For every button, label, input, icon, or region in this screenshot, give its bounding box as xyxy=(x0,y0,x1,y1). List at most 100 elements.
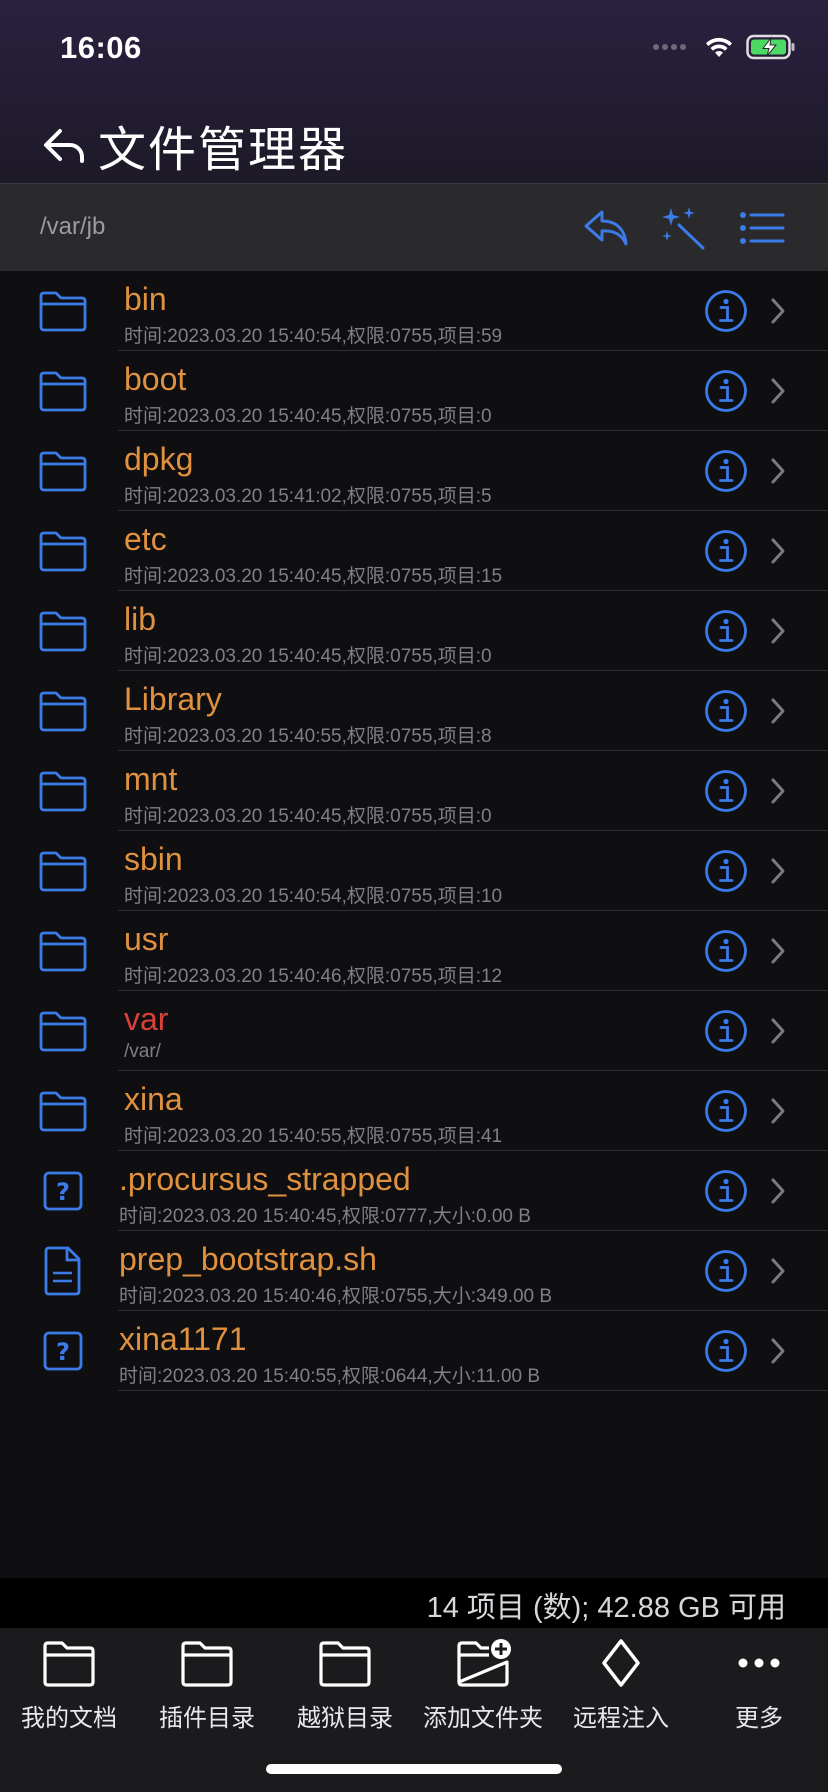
home-indicator[interactable] xyxy=(266,1764,562,1774)
info-icon[interactable] xyxy=(704,1329,748,1373)
chevron-right-icon[interactable] xyxy=(770,777,786,805)
file-row[interactable]: xina 时间:2023.03.20 15:40:55,权限:0755,项目:41 xyxy=(0,1071,828,1151)
reply-back-icon[interactable] xyxy=(580,202,632,254)
info-icon[interactable] xyxy=(704,1089,748,1133)
info-icon[interactable] xyxy=(704,849,748,893)
tab-my-documents[interactable]: 我的文档 xyxy=(0,1638,138,1738)
file-meta: 时间:2023.03.20 15:40:55,权限:0644,大小:11.00 … xyxy=(119,1366,541,1387)
file-meta: 时间:2023.03.20 15:40:55,权限:0755,项目:8 xyxy=(124,726,492,747)
tab-label: 更多 xyxy=(735,1705,783,1732)
unknown-file-icon: ? xyxy=(40,1325,86,1377)
chevron-right-icon[interactable] xyxy=(770,617,786,645)
folder-icon xyxy=(38,929,88,973)
file-name: dpkg xyxy=(124,441,194,477)
folder-icon xyxy=(38,1089,88,1133)
tab-jailbreak-directory[interactable]: 越狱目录 xyxy=(276,1638,414,1738)
chevron-right-icon[interactable] xyxy=(770,377,786,405)
chevron-right-icon[interactable] xyxy=(770,537,786,565)
info-icon[interactable] xyxy=(704,1009,748,1053)
info-icon[interactable] xyxy=(704,289,748,333)
battery-charging-icon xyxy=(746,34,795,60)
info-icon[interactable] xyxy=(704,769,748,813)
info-icon[interactable] xyxy=(704,689,748,733)
info-icon[interactable] xyxy=(704,369,748,413)
folder-icon xyxy=(38,609,88,653)
tab-label: 我的文档 xyxy=(21,1705,117,1732)
file-row[interactable]: Library 时间:2023.03.20 15:40:55,权限:0755,项目… xyxy=(0,671,828,751)
file-name: xina xyxy=(124,1081,183,1117)
storage-summary-bar: 14 项目 (数); 42.88 GB 可用 xyxy=(0,1578,828,1628)
list-icon[interactable] xyxy=(736,202,788,254)
folder-icon xyxy=(319,1641,371,1687)
unknown-file-icon: ? xyxy=(40,1165,86,1217)
file-row[interactable]: usr 时间:2023.03.20 15:40:46,权限:0755,项目:12 xyxy=(0,911,828,991)
status-icons xyxy=(653,34,796,60)
info-icon[interactable] xyxy=(704,1249,748,1293)
navigation-header: 16:06 文件管理器 xyxy=(0,0,828,183)
document-icon xyxy=(40,1245,86,1297)
storage-summary: 14 项目 (数); 42.88 GB 可用 xyxy=(426,1592,786,1624)
file-row[interactable]: dpkg 时间:2023.03.20 15:41:02,权限:0755,项目:5 xyxy=(0,431,828,511)
info-icon[interactable] xyxy=(704,929,748,973)
chevron-right-icon[interactable] xyxy=(770,1257,786,1285)
wifi-icon xyxy=(706,37,732,57)
file-meta: 时间:2023.03.20 15:40:45,权限:0777,大小:0.00 B xyxy=(119,1206,531,1227)
file-meta: 时间:2023.03.20 15:40:55,权限:0755,项目:41 xyxy=(124,1126,503,1147)
info-icon[interactable] xyxy=(704,609,748,653)
file-name: xina1171 xyxy=(119,1321,247,1357)
nav-title-row: 文件管理器 xyxy=(40,110,348,180)
chevron-right-icon[interactable] xyxy=(770,697,786,725)
chevron-right-icon[interactable] xyxy=(770,857,786,885)
folder-icon xyxy=(38,449,88,493)
folder-add-icon xyxy=(457,1639,511,1687)
chevron-right-icon[interactable] xyxy=(770,1337,786,1365)
chevron-right-icon[interactable] xyxy=(770,1097,786,1125)
tab-label: 远程注入 xyxy=(573,1705,669,1732)
chevron-right-icon[interactable] xyxy=(770,937,786,965)
file-name: prep_bootstrap.sh xyxy=(119,1241,377,1277)
file-meta: 时间:2023.03.20 15:40:45,权限:0755,项目:0 xyxy=(124,806,492,827)
status-time: 16:06 xyxy=(60,30,142,65)
file-row[interactable]: ? .procursus_strapped 时间:2023.03.20 15:40:… xyxy=(0,1151,828,1231)
folder-icon xyxy=(38,849,88,893)
file-row[interactable]: boot 时间:2023.03.20 15:40:45,权限:0755,项目:0 xyxy=(0,351,828,431)
info-icon[interactable] xyxy=(704,449,748,493)
chevron-right-icon[interactable] xyxy=(770,297,786,325)
file-row[interactable]: bin 时间:2023.03.20 15:40:54,权限:0755,项目:59 xyxy=(0,271,828,351)
folder-icon xyxy=(38,369,88,413)
info-icon[interactable] xyxy=(704,529,748,573)
back-arrow-icon[interactable] xyxy=(40,121,88,169)
file-name: boot xyxy=(124,361,187,397)
file-row[interactable]: ? xina1171 时间:2023.03.20 15:40:55,权限:0644,… xyxy=(0,1311,828,1391)
tab-more[interactable]: 更多 xyxy=(690,1638,828,1738)
tab-add-folder[interactable]: 添加文件夹 xyxy=(414,1638,552,1738)
magic-wand-icon[interactable] xyxy=(658,202,710,254)
file-name: var xyxy=(124,1001,169,1037)
folder-icon xyxy=(43,1641,95,1687)
folder-icon xyxy=(38,289,88,333)
path-bar-tools xyxy=(580,202,788,254)
file-meta: 时间:2023.03.20 15:40:45,权限:0755,项目:0 xyxy=(124,646,492,667)
tab-remote-inject[interactable]: 远程注入 xyxy=(552,1638,690,1738)
chevron-right-icon[interactable] xyxy=(770,457,786,485)
page-title: 文件管理器 xyxy=(98,124,349,177)
file-meta: 时间:2023.03.20 15:40:45,权限:0755,项目:15 xyxy=(124,566,503,587)
file-row[interactable]: var/var/ xyxy=(0,991,828,1071)
folder-icon xyxy=(38,1009,88,1053)
file-meta: 时间:2023.03.20 15:41:02,权限:0755,项目:5 xyxy=(124,486,492,507)
info-icon[interactable] xyxy=(704,1169,748,1213)
file-row[interactable]: etc 时间:2023.03.20 15:40:45,权限:0755,项目:15 xyxy=(0,511,828,591)
file-meta: 时间:2023.03.20 15:40:46,权限:0755,项目:12 xyxy=(124,966,503,987)
file-row[interactable]: mnt 时间:2023.03.20 15:40:45,权限:0755,项目:0 xyxy=(0,751,828,831)
tab-label: 插件目录 xyxy=(159,1705,255,1732)
chevron-right-icon[interactable] xyxy=(770,1177,786,1205)
tab-plugin-directory[interactable]: 插件目录 xyxy=(138,1638,276,1738)
file-name: usr xyxy=(124,921,169,957)
folder-icon xyxy=(38,529,88,573)
file-row[interactable]: lib 时间:2023.03.20 15:40:45,权限:0755,项目:0 xyxy=(0,591,828,671)
svg-text:?: ? xyxy=(56,1338,70,1366)
file-row[interactable]: prep_bootstrap.sh 时间:2023.03.20 15:40:46,… xyxy=(0,1231,828,1311)
file-row[interactable]: sbin 时间:2023.03.20 15:40:54,权限:0755,项目:10 xyxy=(0,831,828,911)
more-dots-icon xyxy=(738,1658,780,1668)
chevron-right-icon[interactable] xyxy=(770,1017,786,1045)
